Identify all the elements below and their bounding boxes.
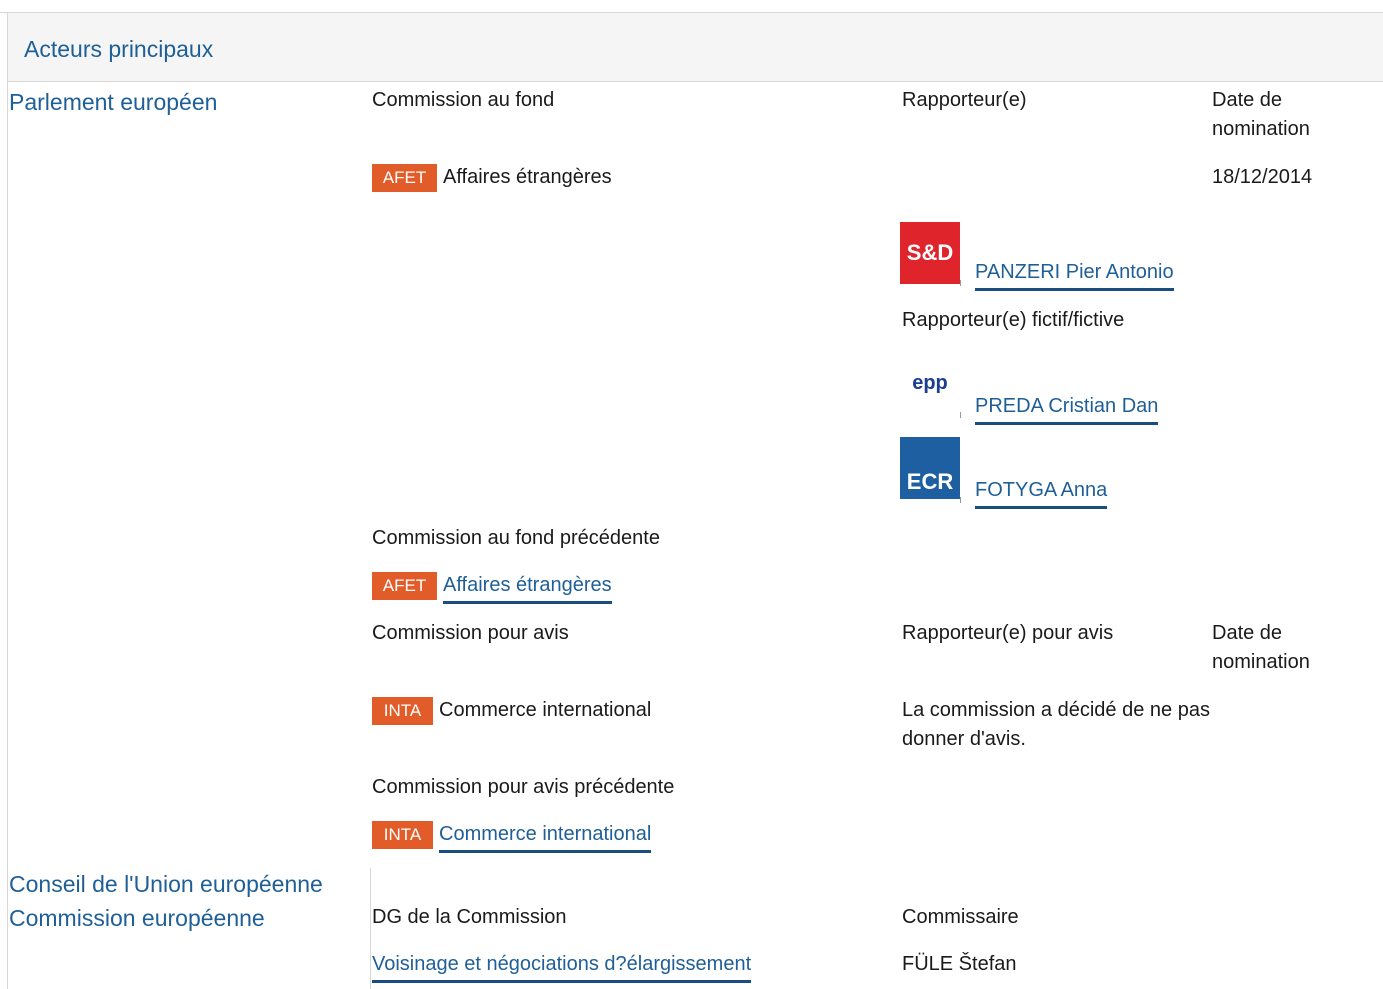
dg-link[interactable]: Voisinage et négociations d?élargissemen…	[372, 950, 752, 983]
opinion-rapporteur-label: Rapporteur(e) pour avis	[902, 622, 1114, 644]
section-commission: Commission européenne	[9, 905, 265, 931]
prev-lead-committee-label: Commission au fond précédente	[372, 527, 660, 549]
commissioner-label: Commissaire	[902, 906, 1019, 928]
committee-badge: AFET	[372, 572, 437, 600]
opinion-committee-label: Commission pour avis	[372, 622, 569, 644]
committee-badge: INTA	[372, 697, 433, 725]
commissioner-name: FÜLE Štefan	[902, 953, 1017, 975]
committee-badge: INTA	[372, 821, 433, 849]
rapporteur-link[interactable]: PANZERI Pier Antonio	[975, 258, 1174, 291]
rapporteur-label: Rapporteur(e)	[902, 89, 1027, 111]
lead-committee-name: Affaires étrangères	[443, 166, 612, 188]
header-title: Acteurs principaux	[24, 36, 214, 62]
opinion-note: La commission a décidé de ne pas donner …	[902, 699, 1210, 750]
appointment-label: Date de nomination	[1212, 89, 1310, 140]
sd-party-logo: S&D	[900, 222, 960, 284]
shadow-rapporteur-label: Rapporteur(e) fictif/fictive	[902, 309, 1125, 331]
ecr-party-logo: ECR	[900, 437, 960, 499]
shadow-rapporteur-link[interactable]: FOTYGA Anna	[975, 476, 1108, 509]
prev-lead-committee-link[interactable]: Affaires étrangères	[443, 571, 612, 604]
left-border	[7, 82, 8, 989]
dg-label: DG de la Commission	[372, 906, 567, 928]
opinion-appointment-label: Date de nomination	[1212, 622, 1310, 673]
column-divider	[370, 868, 371, 989]
prev-opinion-committee-link[interactable]: Commerce international	[439, 820, 652, 853]
lead-committee-label: Commission au fond	[372, 89, 555, 111]
shadow-rapporteur-link[interactable]: PREDA Cristian Dan	[975, 392, 1159, 425]
opinion-committee-name: Commerce international	[439, 699, 652, 721]
section-conseil: Conseil de l'Union européenne	[9, 871, 323, 897]
appointment-date: 18/12/2014	[1212, 166, 1313, 188]
section-parlement: Parlement européen	[9, 89, 218, 115]
prev-opinion-committee-label: Commission pour avis précédente	[372, 776, 675, 798]
epp-party-logo: epp	[900, 352, 960, 414]
committee-badge: AFET	[372, 164, 437, 192]
section-header: Acteurs principaux	[7, 13, 1383, 82]
